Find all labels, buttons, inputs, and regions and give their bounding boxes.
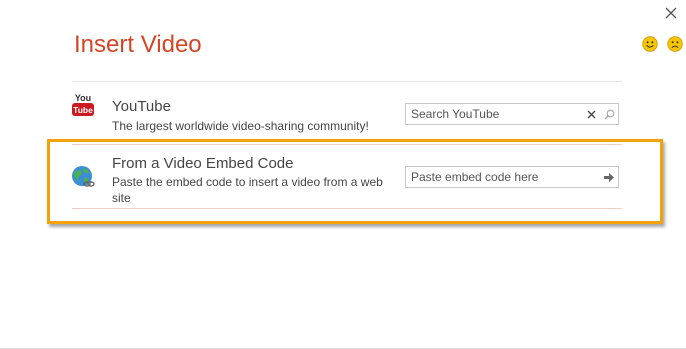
svg-text:You: You bbox=[75, 93, 91, 103]
clear-icon bbox=[587, 110, 595, 118]
embed-code-title: From a Video Embed Code bbox=[112, 155, 294, 172]
youtube-source-row: You Tube YouTube The largest worldwide v… bbox=[72, 88, 622, 140]
globe-link-icon bbox=[72, 166, 95, 187]
dialog-title: Insert Video bbox=[74, 31, 202, 58]
frown-feedback-button[interactable] bbox=[667, 36, 683, 52]
youtube-title: YouTube bbox=[112, 98, 171, 115]
youtube-search-box bbox=[405, 103, 619, 125]
smiley-face-icon bbox=[642, 36, 658, 52]
youtube-icon: You Tube bbox=[72, 93, 94, 116]
embed-code-box bbox=[405, 166, 619, 188]
clear-search-button[interactable] bbox=[582, 104, 600, 124]
insert-embed-button[interactable] bbox=[600, 167, 618, 187]
embed-code-input[interactable] bbox=[406, 168, 600, 186]
embed-code-source-row: From a Video Embed Code Paste the embed … bbox=[72, 150, 622, 208]
sad-face-icon bbox=[667, 36, 683, 52]
svg-text:Tube: Tube bbox=[73, 105, 93, 115]
embed-code-description: Paste the embed code to insert a video f… bbox=[112, 175, 383, 205]
title-divider bbox=[72, 81, 622, 82]
arrow-right-icon bbox=[604, 172, 614, 182]
row-divider bbox=[72, 208, 622, 209]
search-icon bbox=[604, 109, 614, 119]
smile-feedback-button[interactable] bbox=[642, 36, 658, 52]
row-divider bbox=[72, 144, 622, 145]
search-button[interactable] bbox=[600, 104, 618, 124]
youtube-description: The largest worldwide video-sharing comm… bbox=[112, 119, 369, 133]
close-icon bbox=[665, 7, 677, 19]
close-button[interactable] bbox=[662, 4, 680, 22]
youtube-search-input[interactable] bbox=[406, 105, 582, 123]
